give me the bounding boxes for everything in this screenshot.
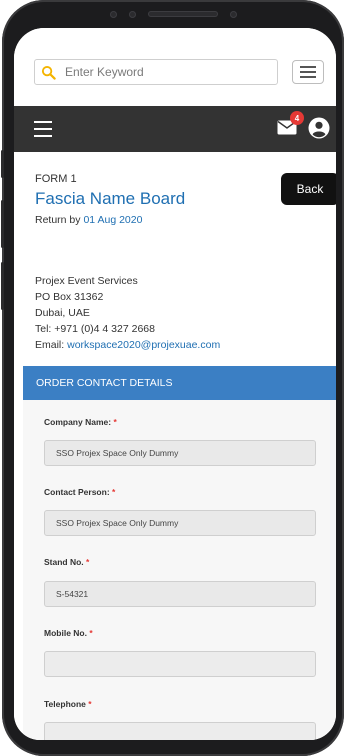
company-name-label-text: Company Name: bbox=[44, 417, 112, 427]
required-marker: * bbox=[113, 417, 117, 427]
phone-frame: 4 FORM 1 Fascia Name Board Return by 01 … bbox=[1, 0, 344, 756]
order-contact-section-header: ORDER CONTACT DETAILS bbox=[23, 366, 336, 400]
address-company: Projex Event Services bbox=[35, 275, 138, 287]
search-header bbox=[14, 28, 336, 106]
email-label: Email: bbox=[35, 339, 65, 351]
phone-notch bbox=[62, 0, 284, 28]
return-by-date: 01 Aug 2020 bbox=[83, 214, 143, 226]
volume-down-button bbox=[1, 262, 4, 310]
address-email-line: Email: workspace2020@projexuae.com bbox=[35, 339, 220, 351]
address-telephone: Tel: +971 (0)4 4 327 2668 bbox=[35, 323, 155, 335]
page-content: FORM 1 Fascia Name Board Return by 01 Au… bbox=[14, 152, 336, 740]
phone-screen: 4 FORM 1 Fascia Name Board Return by 01 … bbox=[14, 28, 336, 740]
contact-person-field[interactable]: SSO Projex Space Only Dummy bbox=[44, 510, 316, 536]
mute-switch bbox=[1, 150, 4, 178]
volume-up-button bbox=[1, 200, 4, 248]
email-link[interactable]: workspace2020@projexuae.com bbox=[67, 339, 220, 351]
telephone-field[interactable] bbox=[44, 722, 316, 740]
camera-icon bbox=[109, 10, 117, 18]
hamburger-line bbox=[34, 135, 52, 137]
required-marker: * bbox=[112, 487, 116, 497]
hamburger-line bbox=[34, 128, 52, 130]
user-account-icon[interactable] bbox=[308, 117, 330, 139]
search-box[interactable] bbox=[34, 59, 278, 85]
menu-bar bbox=[300, 76, 316, 78]
telephone-label: Telephone * bbox=[44, 699, 92, 709]
required-marker: * bbox=[86, 557, 90, 567]
required-marker: * bbox=[88, 699, 92, 709]
search-input[interactable] bbox=[63, 64, 267, 80]
menu-bar bbox=[300, 66, 316, 68]
contact-person-label-text: Contact Person: bbox=[44, 487, 110, 497]
order-contact-form: Company Name: * SSO Projex Space Only Du… bbox=[23, 400, 336, 740]
address-city: Dubai, UAE bbox=[35, 307, 90, 319]
required-marker: * bbox=[89, 628, 93, 638]
front-camera-icon bbox=[229, 10, 237, 18]
top-navbar: 4 bbox=[14, 106, 336, 152]
menu-bar bbox=[300, 71, 316, 73]
stand-no-field[interactable]: S-54321 bbox=[44, 581, 316, 607]
telephone-label-text: Telephone bbox=[44, 699, 86, 709]
return-by-label: Return by bbox=[35, 214, 81, 226]
mobile-no-field[interactable] bbox=[44, 651, 316, 677]
hamburger-menu-icon[interactable] bbox=[34, 121, 52, 137]
menu-toggle-button[interactable] bbox=[292, 60, 324, 84]
page-title: Fascia Name Board bbox=[35, 189, 186, 208]
stand-no-label-text: Stand No. bbox=[44, 557, 84, 567]
company-name-field[interactable]: SSO Projex Space Only Dummy bbox=[44, 440, 316, 466]
speaker-grille bbox=[147, 11, 218, 17]
notification-badge: 4 bbox=[290, 111, 304, 125]
mobile-no-label-text: Mobile No. bbox=[44, 628, 87, 638]
company-name-label: Company Name: * bbox=[44, 417, 117, 427]
contact-person-label: Contact Person: * bbox=[44, 487, 115, 497]
back-button[interactable]: Back bbox=[281, 173, 336, 205]
form-number: FORM 1 bbox=[35, 173, 77, 185]
address-po-box: PO Box 31362 bbox=[35, 291, 104, 303]
hamburger-line bbox=[34, 121, 52, 123]
sensor-icon bbox=[128, 10, 136, 18]
mobile-no-label: Mobile No. * bbox=[44, 628, 93, 638]
search-icon bbox=[41, 65, 56, 80]
return-by-line: Return by 01 Aug 2020 bbox=[35, 214, 142, 226]
stand-no-label: Stand No. * bbox=[44, 557, 89, 567]
